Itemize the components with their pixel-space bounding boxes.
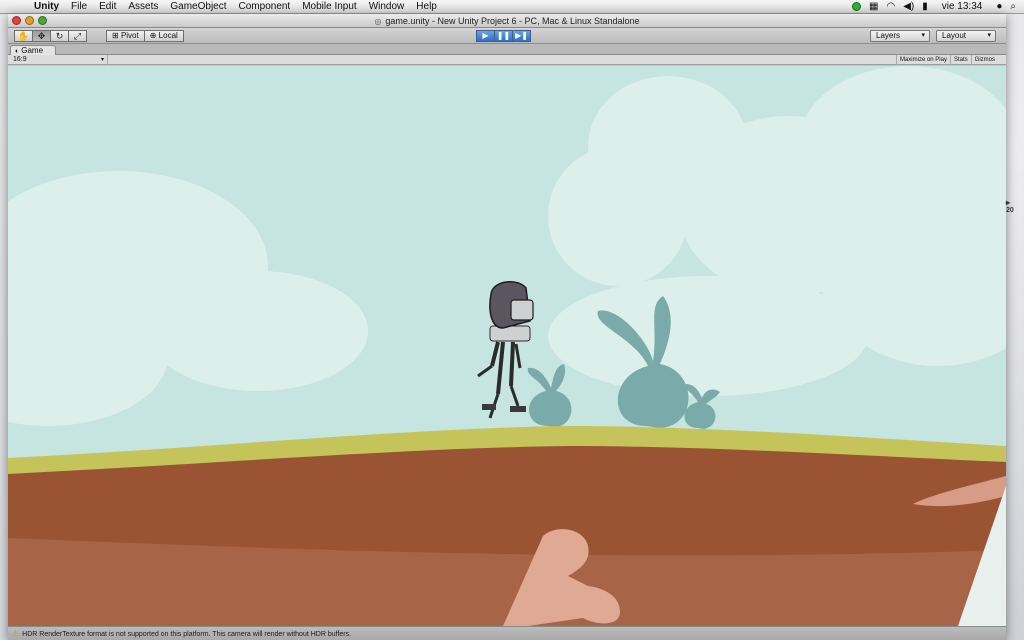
maximize-on-play-toggle[interactable]: Maximize on Play (895, 55, 950, 65)
main-toolbar: ✋ ✥ ↻ ⤢ ⊞ Pivot ⊕ Local ▶ ❚❚ ▶❚ Layers ▾… (8, 28, 1006, 44)
step-button[interactable]: ▶❚ (512, 30, 531, 42)
layers-label: Layers (876, 31, 901, 40)
menu-extras: ▦ ◠ ◀) ▮ vie 13:34 ● ⌕ (852, 1, 1024, 12)
game-tab-icon: ◐ (15, 48, 20, 55)
menu-help[interactable]: Help (410, 1, 443, 12)
move-icon: ✥ (37, 31, 46, 41)
expand-icon: ▸ (1006, 198, 1011, 207)
cloud (548, 146, 688, 286)
chevron-down-icon: ▾ (921, 32, 925, 39)
menu-gameobject[interactable]: GameObject (164, 1, 232, 12)
pivot-toggle-button[interactable]: ⊞ Pivot (106, 30, 145, 42)
close-window-button[interactable] (12, 16, 21, 25)
pivot-label: Pivot (120, 31, 139, 40)
stats-toggle[interactable]: Stats (949, 55, 971, 65)
window-titlebar[interactable]: ◎ game.unity - New Unity Project 6 - PC, … (8, 14, 1006, 28)
cloud (548, 276, 868, 396)
robot-foot (510, 406, 526, 412)
playback-controls: ▶ ❚❚ ▶❚ (476, 30, 531, 42)
chevron-down-icon: ▾ (987, 32, 991, 39)
window-title: game.unity - New Unity Project 6 - PC, M… (385, 16, 640, 26)
tab-game[interactable]: ◐ Game (10, 45, 56, 55)
robot-leg (509, 341, 515, 387)
warning-icon: ⚠ (12, 629, 20, 638)
game-viewport[interactable] (8, 66, 1006, 626)
game-view-toolbar: 16:9 ▾ Maximize on Play Stats Gizmos (8, 55, 1006, 65)
menu-mobile-input[interactable]: Mobile Input (296, 1, 362, 12)
aspect-ratio-label: 16:9 (13, 56, 27, 63)
unity-window: ◎ game.unity - New Unity Project 6 - PC, … (8, 14, 1006, 640)
chevron-down-icon: ▾ (100, 57, 104, 63)
gizmos-dropdown[interactable]: Gizmos (970, 55, 998, 65)
pivot-icon: ⊞ (112, 31, 121, 40)
cloud (148, 271, 368, 391)
side-label: 20 (1006, 207, 1014, 214)
rotate-icon: ↻ (55, 31, 64, 41)
menu-bar: Unity File Edit Assets GameObject Compon… (0, 0, 1024, 14)
menu-assets[interactable]: Assets (122, 1, 164, 12)
status-message: HDR RenderTexture format is not supporte… (22, 631, 352, 638)
pivot-controls: ⊞ Pivot ⊕ Local (106, 30, 184, 42)
menu-unity[interactable]: Unity (28, 1, 65, 12)
status-bar[interactable]: ⚠ HDR RenderTexture format is not support… (8, 626, 1006, 640)
hand-tool-button[interactable]: ✋ (14, 30, 33, 42)
scale-icon: ⤢ (73, 31, 82, 41)
scale-tool-button[interactable]: ⤢ (68, 30, 87, 42)
menu-component[interactable]: Component (233, 1, 297, 12)
user-icon[interactable]: ● (996, 1, 1002, 12)
layers-dropdown[interactable]: Layers ▾ (870, 30, 930, 42)
battery-icon[interactable]: ▮ (922, 1, 928, 12)
grid-icon[interactable]: ▦ (869, 1, 878, 12)
robot-foot (482, 404, 496, 410)
game-scene (8, 66, 1006, 626)
pause-icon: ❚❚ (496, 31, 511, 40)
layout-dropdown[interactable]: Layout ▾ (936, 30, 996, 42)
play-icon: ▶ (482, 31, 489, 40)
menu-file[interactable]: File (65, 1, 93, 12)
zoom-window-button[interactable] (38, 16, 47, 25)
spotlight-search-icon[interactable]: ⌕ (1010, 1, 1016, 12)
game-view-options: Maximize on Play Stats Gizmos (895, 55, 998, 65)
local-toggle-button[interactable]: ⊕ Local (143, 30, 184, 42)
robot-visor (510, 299, 534, 321)
minimize-window-button[interactable] (25, 16, 34, 25)
layout-label: Layout (942, 31, 967, 40)
local-label: Local (158, 31, 178, 40)
step-icon: ▶❚ (515, 31, 528, 40)
sync-status-icon[interactable] (852, 2, 862, 11)
play-button[interactable]: ▶ (476, 30, 495, 42)
pause-button[interactable]: ❚❚ (494, 30, 513, 42)
unity-document-icon: ◎ (374, 17, 382, 26)
robot-body (489, 325, 531, 342)
clock[interactable]: vie 13:34 (936, 1, 989, 12)
move-tool-button[interactable]: ✥ (32, 30, 51, 42)
rotate-tool-button[interactable]: ↻ (50, 30, 69, 42)
transform-tools: ✋ ✥ ↻ ⤢ (14, 30, 87, 42)
tab-game-label: Game (21, 46, 44, 55)
tab-bar: ◐ Game (8, 44, 1006, 55)
hand-icon: ✋ (17, 31, 30, 41)
volume-icon[interactable]: ◀) (903, 1, 914, 12)
background-window-edge: ▸ 20 (1006, 198, 1014, 214)
window-controls (12, 16, 47, 25)
menu-window[interactable]: Window (363, 1, 411, 12)
menu-edit[interactable]: Edit (93, 1, 122, 12)
local-icon: ⊕ (149, 31, 159, 40)
aspect-ratio-dropdown[interactable]: 16:9 ▾ (10, 55, 108, 65)
wifi-icon[interactable]: ◠ (886, 1, 895, 12)
